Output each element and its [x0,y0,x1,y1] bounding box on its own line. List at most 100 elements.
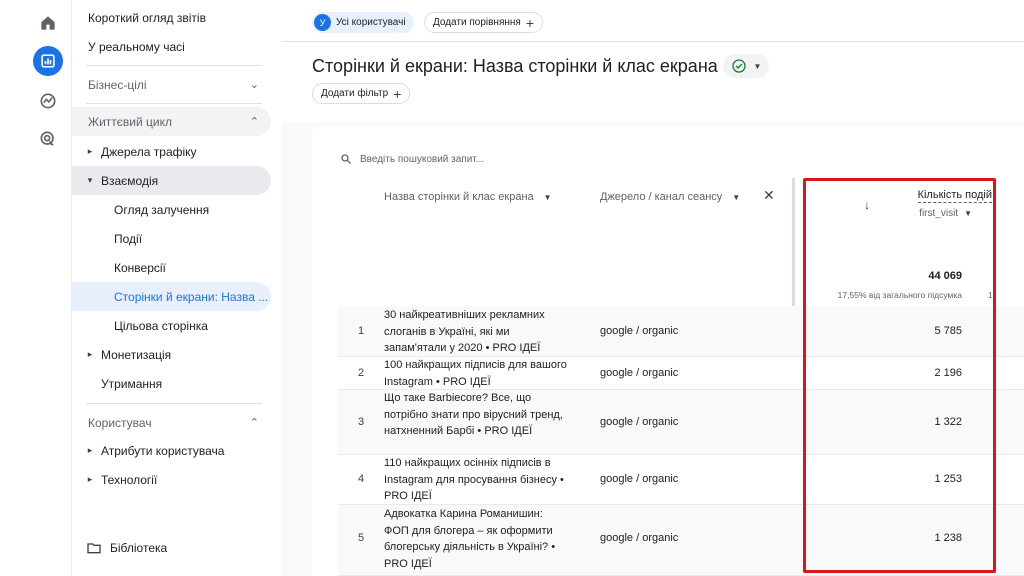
sidebar-group-label: Бізнес-цілі [88,77,147,92]
main-content: У Усі користувачі Додати порівняння + Ст… [282,0,1024,576]
chevron-up-icon: ⌃ [249,417,259,429]
search-placeholder: Введіть пошуковий запит... [360,153,485,165]
add-filter-label: Додати фільтр [321,88,389,99]
sidebar-item-reports-snapshot[interactable]: Короткий огляд звітів [72,3,271,32]
segment-label: Усі користувачі [336,17,406,28]
row-page-title: Що таке Barbiecore? Все, що потрібно зна… [384,392,563,437]
sidebar-item-landing-page[interactable]: Цільова сторінка [72,311,271,340]
table-row[interactable]: 4 110 найкращих осінніх підписів в Insta… [338,455,1024,505]
sidebar: Короткий огляд звітів У реальному часі Б… [72,0,282,576]
table-row[interactable]: 2 100 найкращих підписів для вашого Inst… [338,357,1024,390]
caret-right-icon: ▸ [87,445,93,455]
sidebar-item-engagement[interactable]: ▾ Взаємодія [72,166,271,195]
reports-icon[interactable] [33,46,63,76]
sidebar-item-tech[interactable]: ▸ Технології [72,465,271,494]
divider [86,403,262,404]
row-source: google / organic [600,325,679,337]
sidebar-item-label: Технології [101,472,158,487]
data-table-card: Введіть пошуковий запит... Назва сторінк… [312,126,1024,576]
page-header: Сторінки й екрани: Назва сторінки й клас… [282,42,1024,122]
sidebar-item-traffic-sources[interactable]: ▸ Джерела трафіку [72,137,271,166]
sidebar-item-label: Атрибути користувача [101,443,225,458]
sidebar-item-label: Конверсії [114,260,166,275]
dimension-label: Джерело / канал сеансу [600,191,723,203]
row-value: 5 785 [934,325,962,337]
plus-icon: + [393,85,402,102]
dimension-header-session-source[interactable]: Джерело / канал сеансу ▼ [600,191,740,203]
chevron-down-icon: ⌄ [249,79,259,91]
sidebar-item-label: Утримання [101,376,163,391]
table-search[interactable]: Введіть пошуковий запит... [340,153,484,165]
comparison-bar: У Усі користувачі Додати порівняння + [282,0,1024,42]
row-index: 1 [358,325,365,337]
sidebar-item-label: Джерела трафіку [101,144,197,159]
dropdown-arrow-icon: ▼ [543,192,552,202]
row-source: google / organic [600,367,679,379]
table-row[interactable]: 1 30 найкреативніших рекламних слоганів … [338,306,1024,357]
sidebar-item-label: Сторінки й екрани: Назва ... [114,289,269,304]
row-value: 1 238 [934,532,962,544]
sidebar-item-library[interactable]: Бібліотека [86,540,167,556]
sidebar-item-monetization[interactable]: ▸ Монетизація [72,340,271,369]
sidebar-group-label: Користувач [88,415,152,430]
search-icon [341,154,351,164]
sidebar-item-user-attributes[interactable]: ▸ Атрибути користувача [72,436,271,465]
caret-right-icon: ▸ [87,349,93,359]
metric-total: 44 069 [928,270,962,282]
metric-header-event-count[interactable]: Кількість подій [842,189,992,203]
caret-right-icon: ▸ [87,146,93,156]
row-page-title: 110 найкращих осінніх підписів в Instagr… [384,457,564,502]
add-comparison-label: Додати порівняння [433,17,521,28]
metric-total-percent: 17,55% від загального підсумка [837,290,962,300]
row-source: google / organic [600,416,679,428]
row-source: google / organic [600,473,679,485]
chevron-up-icon: ⌃ [249,116,259,128]
sidebar-group-business-goals[interactable]: Бізнес-цілі ⌄ [72,70,271,99]
caret-right-icon: ▸ [87,474,93,484]
row-index: 5 [358,532,365,544]
sidebar-group-user[interactable]: Користувач ⌃ [72,408,271,437]
row-value: 1 253 [934,473,962,485]
metric-label: Кількість подій [917,189,992,203]
sidebar-item-label: Огляд залучення [114,202,210,217]
row-page-title: 30 найкреативніших рекламних слоганів в … [384,309,545,354]
home-icon[interactable] [33,8,63,38]
row-index: 2 [358,367,365,379]
explore-icon[interactable] [33,86,63,116]
sidebar-item-pages-screens[interactable]: Сторінки й екрани: Назва ... [72,282,271,311]
sidebar-item-engagement-overview[interactable]: Огляд залучення [72,195,271,224]
table-row[interactable]: 5 Адвокатка Карина Романишин: ФОП для бл… [338,505,1024,576]
segment-chip-all-users[interactable]: У Усі користувачі [312,12,414,33]
row-page-title: Адвокатка Карина Романишин: ФОП для блог… [384,508,556,570]
sidebar-item-label: Цільова сторінка [114,318,208,333]
sidebar-item-realtime[interactable]: У реальному часі [72,32,271,61]
sidebar-group-lifecycle[interactable]: Життєвий цикл ⌃ [72,107,271,136]
row-value: 2 196 [934,367,962,379]
caret-down-icon: ▾ [87,175,93,185]
check-circle-icon [731,59,746,73]
report-status-dropdown[interactable]: ▼ [723,54,769,78]
divider [86,65,262,66]
row-page-title: 100 найкращих підписів для вашого Instag… [384,359,567,388]
avatar: У [314,14,331,31]
divider [86,103,262,104]
add-filter-button[interactable]: Додати фільтр + [312,83,411,104]
sidebar-item-conversions[interactable]: Конверсії [72,253,271,282]
row-index: 3 [358,416,365,428]
dropdown-arrow-icon: ▼ [964,209,972,218]
table-row[interactable]: 3 Що таке Barbiecore? Все, що потрібно з… [338,390,1024,455]
metric-filter-dropdown[interactable]: first_visit ▼ [864,208,972,219]
sidebar-item-label: Короткий огляд звітів [88,10,206,25]
row-value: 1 322 [934,416,962,428]
dropdown-arrow-icon: ▼ [753,61,762,71]
nav-rail [0,0,72,576]
dimension-header-page-title[interactable]: Назва сторінки й клас екрана ▼ [384,191,552,203]
sidebar-item-label: Події [114,231,143,246]
advertising-icon[interactable] [33,124,63,154]
plus-icon: + [525,14,535,31]
folder-icon [87,543,101,554]
add-comparison-button[interactable]: Додати порівняння + [424,12,544,33]
sidebar-item-retention[interactable]: Утримання [72,369,271,398]
remove-dimension-close-icon[interactable]: ✕ [763,187,775,204]
sidebar-item-events[interactable]: Події [72,224,271,253]
